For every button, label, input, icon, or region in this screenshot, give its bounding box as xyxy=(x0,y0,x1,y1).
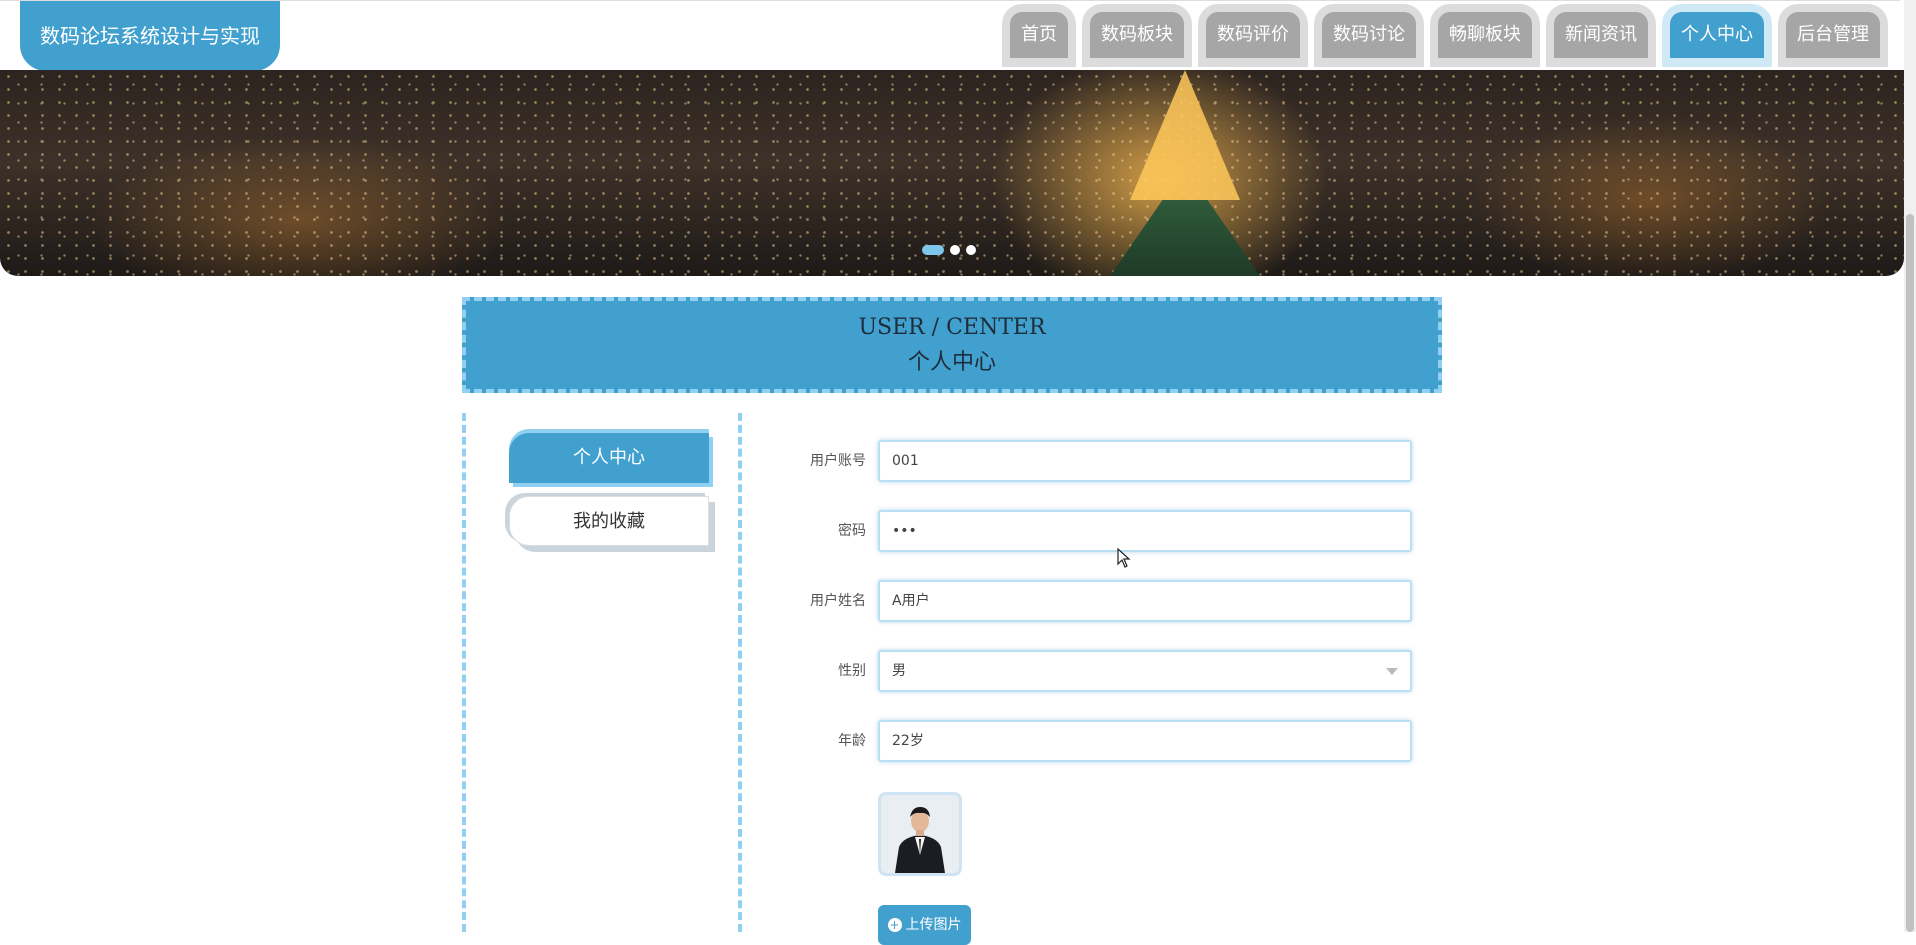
sidebar: 个人中心 我的收藏 xyxy=(462,413,742,932)
form-row-account: 用户账号 001 xyxy=(760,440,1420,482)
nav-label[interactable]: 数码板块 xyxy=(1090,12,1184,58)
form-row-password: 密码 ••• xyxy=(760,510,1420,552)
name-input[interactable]: A用户 xyxy=(878,580,1412,622)
upload-image-button[interactable]: + 上传图片 xyxy=(878,905,971,945)
nav-item-chat-board[interactable]: 畅聊板块 xyxy=(1430,4,1540,67)
nav-label[interactable]: 新闻资讯 xyxy=(1554,12,1648,58)
scrollbar-thumb[interactable] xyxy=(1906,214,1914,932)
nav-label[interactable]: 数码讨论 xyxy=(1322,12,1416,58)
gender-value: 男 xyxy=(892,663,906,679)
nav-item-digital-discussion[interactable]: 数码讨论 xyxy=(1314,4,1424,67)
account-input[interactable]: 001 xyxy=(878,440,1412,482)
carousel-dot[interactable] xyxy=(966,245,976,255)
mouse-cursor-icon xyxy=(1117,547,1131,572)
carousel-dot[interactable] xyxy=(950,245,960,255)
section-title-cn: 个人中心 xyxy=(907,350,996,375)
site-title[interactable]: 数码论坛系统设计与实现 xyxy=(20,1,280,71)
form-row-age: 年龄 22岁 xyxy=(760,720,1420,762)
section-title-box: USER / CENTER 个人中心 xyxy=(462,297,1442,393)
banner-carousel[interactable] xyxy=(0,70,1904,276)
nav-label[interactable]: 后台管理 xyxy=(1786,12,1880,58)
nav-label[interactable]: 个人中心 xyxy=(1670,12,1764,58)
carousel-indicators xyxy=(922,245,976,255)
password-label: 密码 xyxy=(838,523,866,539)
nav-item-news[interactable]: 新闻资讯 xyxy=(1546,4,1656,67)
page-scrollbar[interactable] xyxy=(1904,0,1916,932)
sidebar-item-favorites[interactable]: 我的收藏 xyxy=(509,496,709,546)
avatar-photo xyxy=(881,795,959,873)
header: 数码论坛系统设计与实现 首页 数码板块 数码评价 数码讨论 畅聊板块 新闻资讯 … xyxy=(0,0,1900,71)
sidebar-item-user-center[interactable]: 个人中心 xyxy=(509,433,709,483)
nav-label[interactable]: 畅聊板块 xyxy=(1438,12,1532,58)
form-row-name: 用户姓名 A用户 xyxy=(760,580,1420,622)
age-label: 年龄 xyxy=(838,733,866,749)
nav-item-home[interactable]: 首页 xyxy=(1002,4,1076,67)
carousel-dot[interactable] xyxy=(922,245,944,255)
nav-item-digital-board[interactable]: 数码板块 xyxy=(1082,4,1192,67)
gender-label: 性别 xyxy=(838,663,866,679)
nav-label[interactable]: 数码评价 xyxy=(1206,12,1300,58)
nav-item-user-center[interactable]: 个人中心 xyxy=(1662,4,1772,67)
plus-circle-icon: + xyxy=(887,918,902,932)
upload-label: 上传图片 xyxy=(905,917,962,933)
nav-item-digital-review[interactable]: 数码评价 xyxy=(1198,4,1308,67)
password-input[interactable]: ••• xyxy=(878,510,1412,552)
avatar xyxy=(878,792,962,876)
account-label: 用户账号 xyxy=(810,453,866,469)
section-title-en: USER / CENTER xyxy=(858,315,1046,340)
gender-select[interactable]: 男 xyxy=(878,650,1412,692)
form-row-gender: 性别 男 xyxy=(760,650,1420,692)
age-input[interactable]: 22岁 xyxy=(878,720,1412,762)
nav-item-admin[interactable]: 后台管理 xyxy=(1778,4,1888,67)
name-label: 用户姓名 xyxy=(810,593,866,609)
eiffel-tower-image xyxy=(1130,70,1240,200)
chevron-down-icon[interactable] xyxy=(1386,668,1398,675)
main-nav: 首页 数码板块 数码评价 数码讨论 畅聊板块 新闻资讯 个人中心 后台管理 xyxy=(1002,4,1888,67)
nav-label[interactable]: 首页 xyxy=(1010,12,1068,58)
